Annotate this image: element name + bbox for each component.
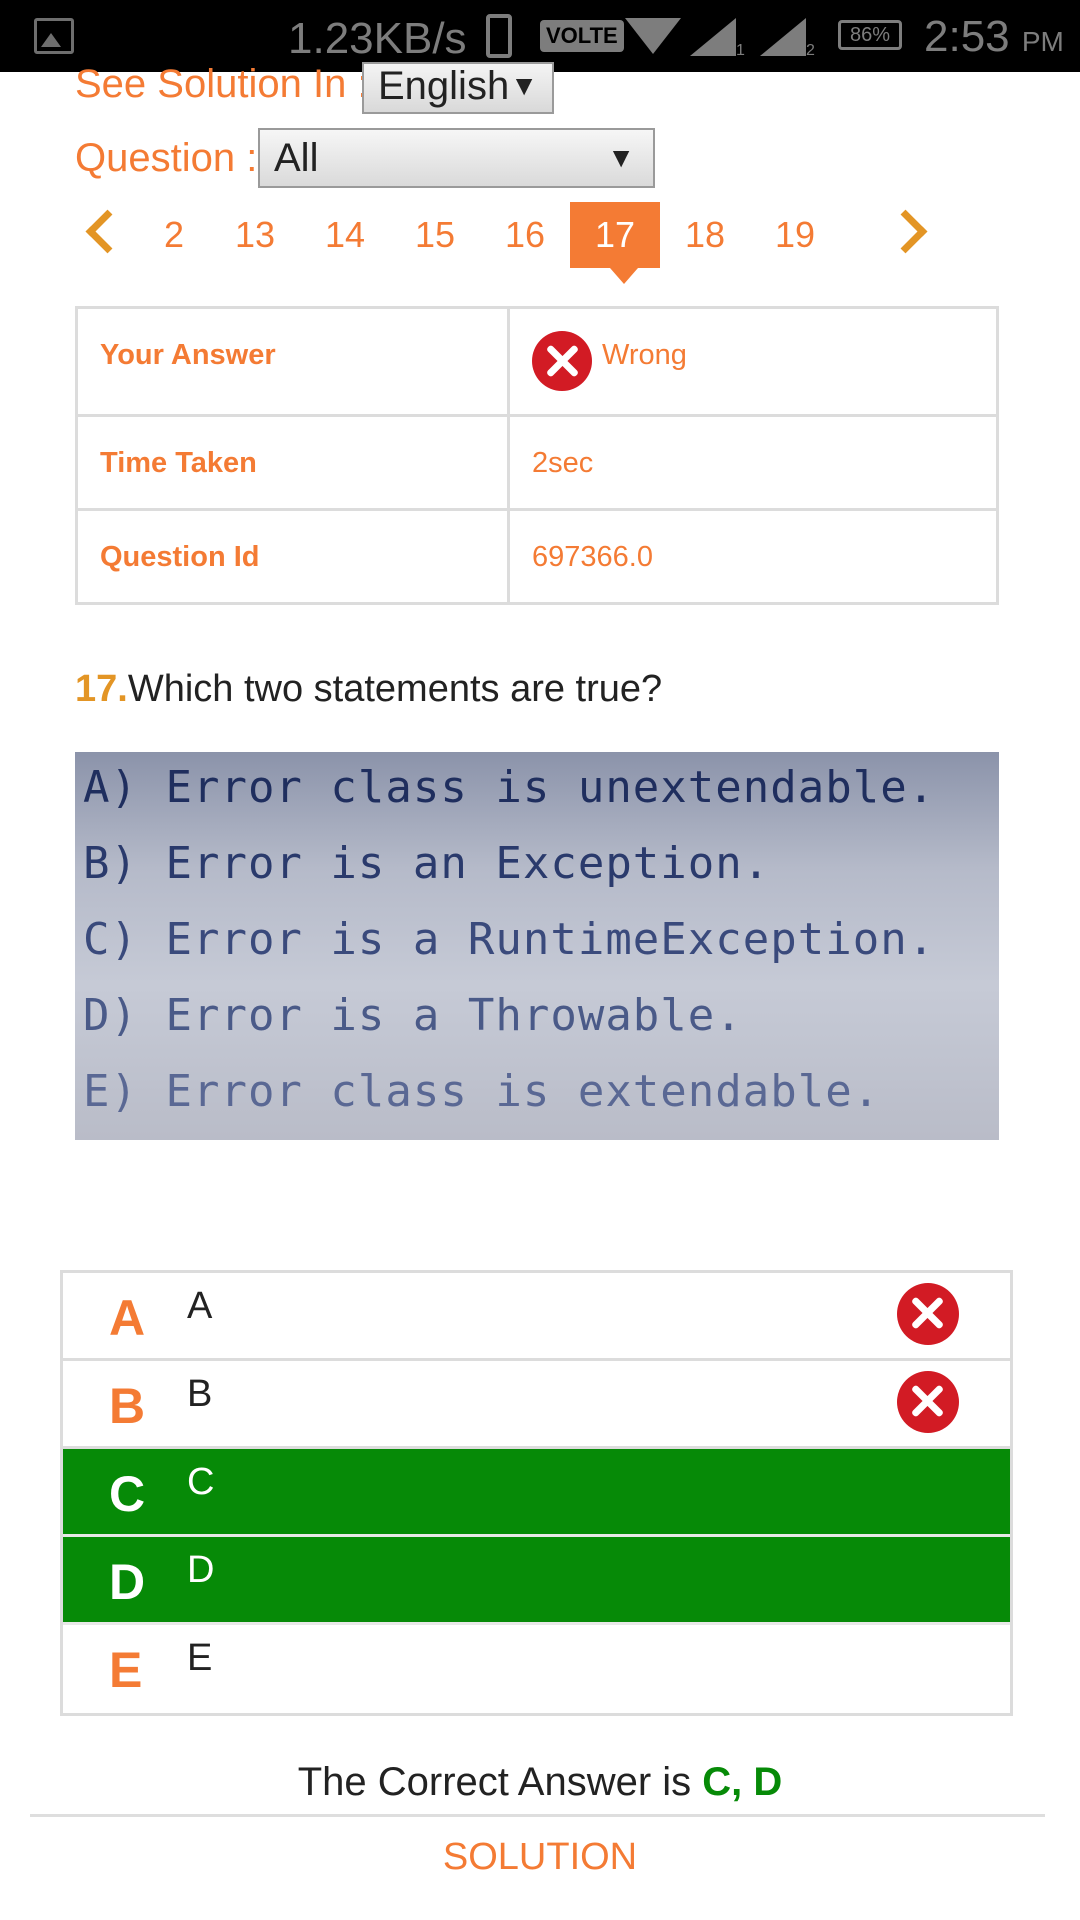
page-item[interactable]: 13 [210,202,300,268]
question-body: Which two statements are true? [127,668,663,710]
language-select-value: English [378,64,510,108]
answer-status: Wrong [602,339,687,371]
see-solution-label: See Solution In : [75,62,369,106]
option-letter: C [109,1466,146,1522]
battery-icon: 86% [838,20,902,50]
option-b[interactable]: B B [63,1361,1010,1449]
option-e[interactable]: E E [63,1625,1010,1713]
sim1-label: 1 [736,42,745,59]
wrong-icon [532,331,592,391]
dropdown-arrow-icon: ▼ [510,70,538,101]
question-number: 17. [75,668,128,710]
page-item-active[interactable]: 17 [570,202,660,284]
option-letter: B [109,1378,146,1434]
chevron-right-icon[interactable] [883,209,928,254]
page-item[interactable]: 15 [390,202,480,268]
sim2-label: 2 [806,42,815,59]
question-image-line: B) Error is an Exception. [83,838,771,889]
table-row: Question Id 697366.0 [75,508,999,605]
dropdown-arrow-icon: ▼ [607,142,635,173]
info-value: Wrong [507,306,999,417]
solution-button[interactable]: SOLUTION [0,1836,1080,1879]
option-a[interactable]: A A [63,1273,1010,1361]
signal-icon-sim1 [690,18,736,56]
option-text: E [187,1637,213,1679]
option-text: D [187,1549,215,1591]
table-row: Time Taken 2sec [75,414,999,511]
page-item[interactable]: 16 [480,202,570,268]
table-row: Your Answer Wrong [75,306,999,417]
option-letter: E [109,1642,143,1698]
question-filter-value: All [274,136,319,180]
answer-options: A A B B C C D D E E [60,1270,1013,1716]
wrong-icon [897,1371,959,1433]
question-image: A) Error class is unextendable. B) Error… [75,752,999,1140]
info-key: Time Taken [75,414,510,511]
signal-icon-sim2 [760,18,806,56]
divider [30,1814,1045,1817]
page-item[interactable]: 14 [300,202,390,268]
clock-time: 2:53 [924,12,1010,61]
correct-answer-label: The Correct Answer is [297,1760,692,1804]
chevron-left-icon[interactable] [85,209,130,254]
option-c[interactable]: C C [63,1449,1010,1537]
question-image-line: D) Error is a Throwable. [83,990,743,1041]
wrong-icon [897,1283,959,1345]
correct-answer-value: C, D [702,1760,783,1804]
question-filter-select[interactable]: All ▼ [258,128,655,188]
page-item[interactable]: 18 [660,202,750,268]
question-image-line: A) Error class is unextendable. [83,762,936,813]
page-item[interactable]: 2 [129,202,219,268]
option-text: A [187,1285,213,1327]
phone-icon [486,14,512,58]
page-item[interactable]: 19 [750,202,840,268]
question-image-line: E) Error class is extendable. [83,1066,881,1117]
clock: 2:53 PM [924,12,1064,62]
info-value: 697366.0 [507,508,999,605]
option-d[interactable]: D D [63,1537,1010,1625]
option-letter: A [109,1290,146,1346]
gallery-icon [34,18,74,54]
info-key: Your Answer [75,306,510,417]
question-image-line: C) Error is a RuntimeException. [83,914,936,965]
volte-badge: VOLTE [540,20,624,52]
info-key: Question Id [75,508,510,605]
info-value: 2sec [507,414,999,511]
option-text: C [187,1461,215,1503]
clock-ampm: PM [1021,26,1064,57]
answer-info-table: Your Answer Wrong Time Taken 2sec Questi… [75,306,999,605]
correct-answer-line: The Correct Answer is C, D [0,1760,1080,1805]
question-filter-label: Question : [75,136,258,180]
option-text: B [187,1373,213,1415]
question-pager: 2 13 14 15 16 17 18 19 [0,202,1080,284]
question-text: 17.Which two statements are true? [75,668,662,711]
network-speed: 1.23KB/s [288,14,467,63]
language-select[interactable]: English ▼ [362,62,554,114]
wifi-icon [625,18,681,54]
option-letter: D [109,1554,146,1610]
